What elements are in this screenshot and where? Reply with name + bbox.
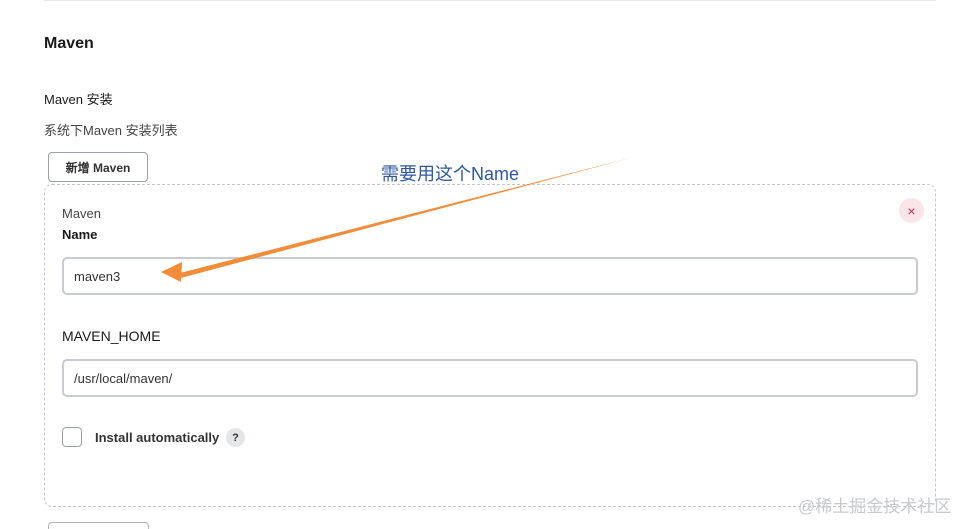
add-maven-button[interactable]: 新增 Maven bbox=[48, 152, 148, 182]
section-title: Maven bbox=[44, 35, 94, 52]
installations-label: Maven 安装 bbox=[44, 92, 113, 107]
maven-installation-card bbox=[44, 184, 936, 507]
maven-home-input[interactable] bbox=[62, 359, 918, 397]
card-heading: Maven bbox=[62, 206, 102, 221]
watermark: @稀土掘金技术社区 bbox=[798, 497, 952, 516]
name-field-label: Name bbox=[62, 227, 98, 242]
install-automatically-checkbox[interactable] bbox=[62, 427, 82, 447]
close-icon: × bbox=[907, 202, 916, 219]
top-divider bbox=[44, 0, 936, 1]
install-automatically-label[interactable]: Install automatically bbox=[95, 430, 219, 445]
partial-bottom-button[interactable] bbox=[48, 522, 149, 529]
question-mark-glyph: ? bbox=[232, 431, 239, 444]
installations-description: 系统下Maven 安装列表 bbox=[44, 123, 178, 138]
annotation-text: 需要用这个Name bbox=[381, 164, 520, 184]
jenkins-global-tool-config-page: Maven Maven 安装 系统下Maven 安装列表 新增 Maven Ma… bbox=[0, 0, 978, 529]
name-input[interactable] bbox=[62, 257, 918, 295]
help-icon[interactable]: ? bbox=[226, 428, 245, 447]
remove-installation-button[interactable]: × bbox=[899, 198, 924, 223]
maven-home-field-label: MAVEN_HOME bbox=[62, 328, 161, 344]
